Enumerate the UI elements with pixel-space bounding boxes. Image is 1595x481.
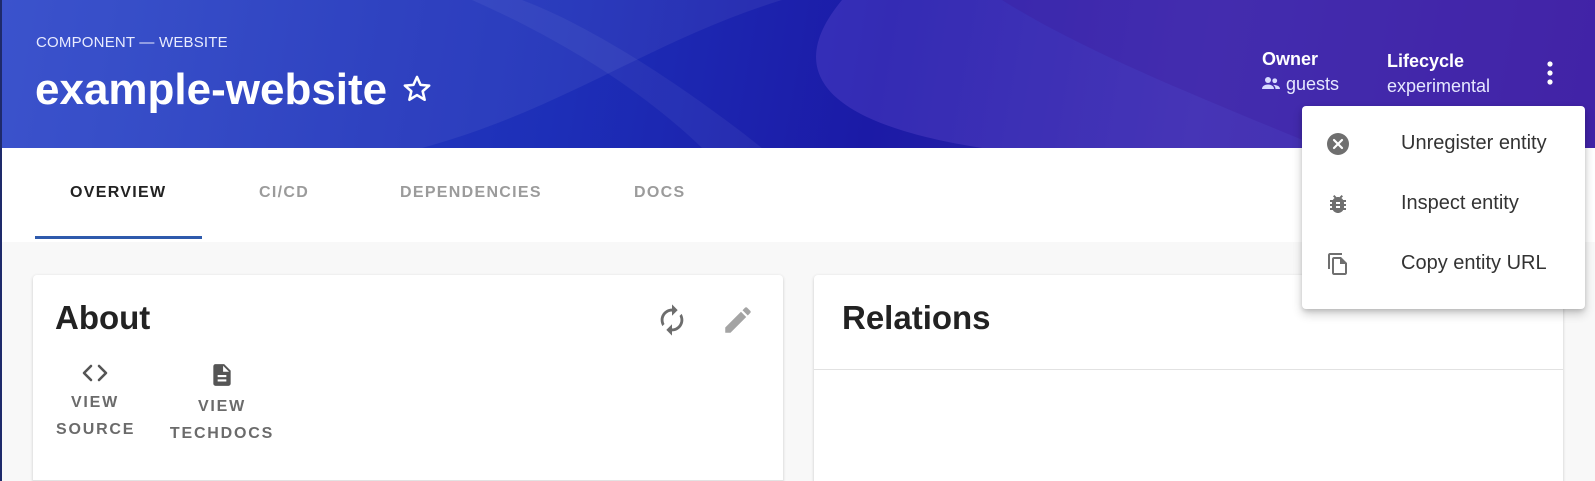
favorite-star-icon[interactable] bbox=[400, 72, 434, 106]
bug-icon bbox=[1326, 192, 1350, 216]
cancel-circle-icon bbox=[1326, 132, 1350, 156]
group-icon bbox=[1262, 72, 1280, 96]
page-title: example-website bbox=[35, 65, 388, 114]
breadcrumb: COMPONENT — WEBSITE bbox=[36, 34, 228, 51]
view-source-line1: VIEW bbox=[70, 394, 120, 411]
view-techdocs-link[interactable]: VIEW TECHDOCS bbox=[168, 361, 276, 447]
menu-item-inspect-entity[interactable]: Inspect entity bbox=[1302, 176, 1585, 232]
lifecycle-value: experimental bbox=[1387, 76, 1491, 96]
relations-divider bbox=[814, 369, 1563, 370]
lifecycle-label: Lifecycle bbox=[1387, 51, 1465, 71]
view-techdocs-line2: TECHDOCS bbox=[169, 425, 275, 442]
code-icon bbox=[56, 361, 134, 385]
tab-overview[interactable]: OVERVIEW bbox=[70, 184, 166, 202]
tab-dependencies[interactable]: DEPENDENCIES bbox=[400, 184, 542, 202]
menu-item-label: Unregister entity bbox=[1401, 132, 1547, 154]
entity-context-menu: Unregister entity Inspect entity Copy en… bbox=[1302, 106, 1585, 309]
lifecycle-field: Lifecycle experimental bbox=[1387, 50, 1490, 98]
copy-icon bbox=[1326, 252, 1350, 276]
tab-docs[interactable]: DOCS bbox=[634, 184, 685, 202]
relations-title: Relations bbox=[842, 299, 991, 336]
menu-item-copy-entity-url[interactable]: Copy entity URL bbox=[1302, 236, 1585, 292]
owner-value-link[interactable]: guests bbox=[1286, 72, 1339, 96]
about-title: About bbox=[55, 299, 151, 336]
owner-label: Owner bbox=[1262, 49, 1319, 69]
about-card: About VIEW SOURCE VIEW TECHDOCS bbox=[33, 275, 783, 481]
active-tab-indicator bbox=[35, 236, 202, 239]
tab-cicd[interactable]: CI/CD bbox=[259, 184, 309, 202]
edit-pencil-icon[interactable] bbox=[721, 303, 755, 337]
menu-item-unregister-entity[interactable]: Unregister entity bbox=[1302, 116, 1585, 172]
refresh-icon[interactable] bbox=[655, 303, 689, 337]
view-techdocs-line1: VIEW bbox=[197, 398, 247, 415]
menu-item-label: Copy entity URL bbox=[1401, 252, 1547, 274]
document-icon bbox=[168, 361, 276, 389]
owner-field: Owner guests bbox=[1262, 48, 1339, 96]
more-options-icon[interactable] bbox=[1540, 58, 1560, 88]
view-source-link[interactable]: VIEW SOURCE bbox=[56, 361, 134, 443]
view-source-line2: SOURCE bbox=[56, 421, 136, 438]
menu-item-label: Inspect entity bbox=[1401, 192, 1519, 214]
